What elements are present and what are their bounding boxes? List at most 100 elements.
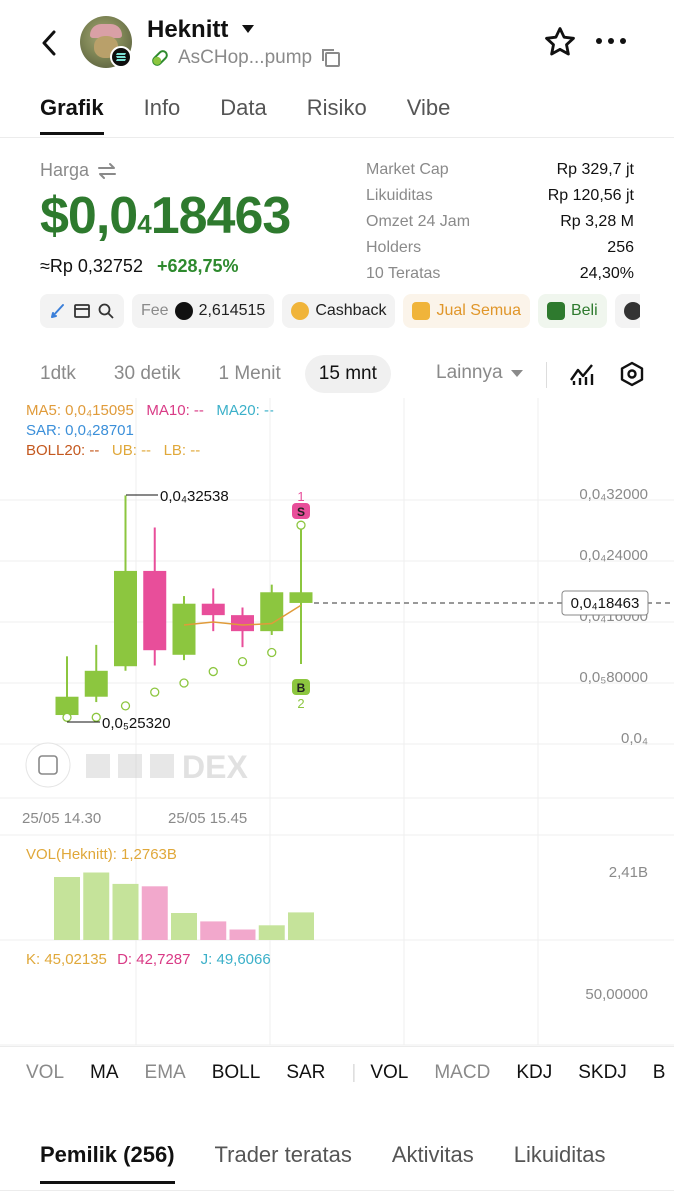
tab-data[interactable]: Data — [220, 95, 266, 135]
fee-value: 2,614515 — [198, 302, 266, 319]
browser-icon[interactable] — [73, 302, 91, 320]
tab-info[interactable]: Info — [144, 95, 181, 135]
volume-bar — [258, 925, 285, 940]
ind-macd[interactable]: MACD — [434, 1062, 490, 1084]
favorite-star-button[interactable] — [543, 25, 577, 64]
tf-1m[interactable]: 1 Menit — [204, 355, 294, 393]
cashback-label: Cashback — [315, 302, 387, 319]
candle-body — [201, 603, 225, 616]
buy-icon — [546, 302, 565, 320]
price-label-row: Harga — [40, 160, 117, 181]
volume-bar — [54, 877, 80, 940]
ind-sar[interactable]: SAR — [286, 1062, 325, 1084]
bottom-tabs: Pemilik (256) Trader teratas Aktivitas L… — [40, 1142, 606, 1184]
ind-more[interactable]: B — [653, 1062, 666, 1084]
more-chip[interactable]: D — [614, 294, 640, 328]
tab-vibe[interactable]: Vibe — [407, 95, 451, 135]
ind-skdj[interactable]: SKDJ — [578, 1062, 627, 1084]
divider: | — [351, 1062, 357, 1083]
sell-marker-label: S — [297, 505, 305, 519]
copy-icon[interactable] — [320, 47, 342, 69]
caret-down-icon[interactable] — [242, 25, 254, 33]
timeframe-more-dropdown[interactable]: Lainnya — [436, 362, 523, 384]
stat-volume-24h: Omzet 24 Jam Rp 3,28 M — [366, 213, 634, 230]
more-icon[interactable] — [596, 38, 626, 44]
sar-dot — [91, 712, 101, 722]
ind-ma[interactable]: MA — [90, 1062, 119, 1084]
tf-30s[interactable]: 30 detik — [100, 355, 195, 393]
price-sub-row: ≈Rp 0,32752 +628,75% — [40, 256, 239, 277]
divider — [0, 1046, 674, 1047]
price-idr: ≈Rp 0,32752 — [40, 256, 143, 276]
token-name[interactable]: Heknitt — [147, 16, 228, 44]
main-tabs: Grafik Info Data Risiko Vibe — [40, 95, 450, 135]
volume-bar — [200, 921, 227, 940]
tab-liquidity[interactable]: Likuiditas — [514, 1142, 606, 1184]
candle-body — [84, 670, 108, 697]
sell-count-label: 1 — [297, 489, 304, 504]
tf-1s[interactable]: 1dtk — [26, 355, 90, 393]
y-tick-label: 0,0₄24000 — [579, 547, 648, 564]
y-tick-label: 0,0₄ — [621, 730, 648, 747]
tab-holders[interactable]: Pemilik (256) — [40, 1142, 175, 1184]
price-chart[interactable]: 0,0₄32000 0,0₄24000 0,0₄16000 0,0₅80000 … — [0, 398, 674, 1046]
pen-icon[interactable] — [49, 302, 67, 320]
stat-holders: Holders 256 — [366, 239, 634, 256]
timeframe-more-label: Lainnya — [436, 362, 503, 383]
stats-panel: Market Cap Rp 329,7 jt Likuiditas Rp 120,5… — [366, 157, 634, 287]
tf-15m[interactable]: 15 mnt — [304, 355, 391, 393]
tab-risiko[interactable]: Risiko — [307, 95, 367, 135]
fullscreen-button[interactable] — [25, 742, 71, 788]
indicator-settings-button[interactable] — [568, 360, 596, 393]
token-address: AsCHop...pump — [178, 47, 313, 68]
cashback-coin-icon — [291, 302, 310, 320]
cashback-chip[interactable]: Cashback — [282, 294, 396, 328]
chart-settings-button[interactable] — [618, 360, 646, 393]
tools-chip[interactable] — [40, 294, 124, 328]
current-price-label: 0,0₄18463 — [571, 595, 640, 612]
sell-all-chip[interactable]: Jual Semua — [403, 294, 530, 328]
candle-body — [114, 570, 137, 667]
candle-body — [260, 592, 284, 632]
ind-boll[interactable]: BOLL — [212, 1062, 261, 1084]
sar-dot — [150, 687, 160, 697]
swap-icon[interactable] — [97, 162, 117, 180]
ind-vol-sub[interactable]: VOL — [370, 1062, 408, 1084]
low-price-label: 0,0₅25320 — [102, 715, 171, 732]
wolf-icon — [623, 302, 640, 320]
tab-top-traders[interactable]: Trader teratas — [215, 1142, 352, 1184]
volume-legend: VOL(Heknitt): 1,2763B — [26, 846, 177, 863]
watermark-label: DEX — [182, 749, 248, 785]
candle-body — [55, 696, 79, 716]
sar-dot — [296, 520, 306, 530]
ind-vol-main[interactable]: VOL — [26, 1062, 64, 1084]
volume-bar — [141, 886, 168, 940]
candle-body — [143, 570, 167, 651]
tab-grafik[interactable]: Grafik — [40, 95, 104, 135]
kdj-k-label: K: 45,02135 — [26, 951, 107, 968]
fee-chip[interactable]: Fee 2,614515 — [132, 294, 275, 328]
volume-y-label: 2,41B — [609, 864, 648, 881]
tab-activity[interactable]: Aktivitas — [392, 1142, 474, 1184]
candles-group — [55, 495, 313, 722]
y-tick-label: 0,0₅80000 — [579, 669, 648, 686]
sar-dot — [120, 701, 131, 711]
star-icon — [545, 27, 575, 56]
ind-kdj[interactable]: KDJ — [516, 1062, 552, 1084]
candle-body — [231, 615, 254, 632]
volume-bar — [288, 912, 314, 940]
volume-bar — [171, 913, 197, 940]
address-row: AsCHop...pump — [150, 47, 342, 69]
solana-coin-icon — [174, 302, 193, 320]
stat-liquidity: Likuiditas Rp 120,56 jt — [366, 187, 634, 204]
back-arrow-icon — [42, 30, 56, 56]
search-icon[interactable] — [97, 302, 115, 320]
high-price-label: 0,0₄32538 — [160, 488, 229, 505]
stat-market-cap: Market Cap Rp 329,7 jt — [366, 161, 634, 178]
ind-ema[interactable]: EMA — [145, 1062, 186, 1084]
buy-chip[interactable]: Beli — [537, 294, 607, 328]
back-button[interactable] — [34, 26, 64, 60]
fee-label: Fee — [141, 302, 169, 319]
okx-dex-watermark: DEX — [86, 749, 248, 785]
hexagon-settings-icon — [620, 361, 644, 387]
